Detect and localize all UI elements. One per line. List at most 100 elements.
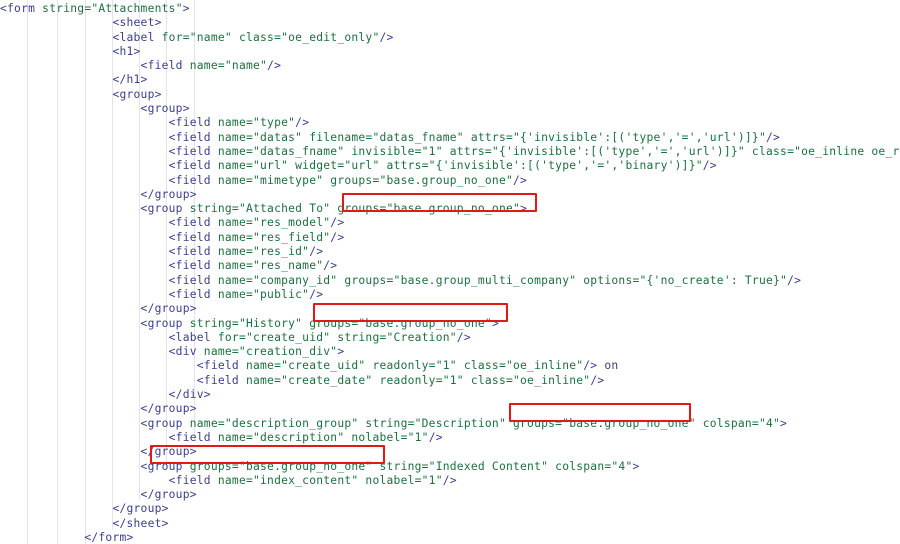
code-token: </div> (168, 388, 211, 402)
code-line[interactable]: <field name="create_date" readonly="1" c… (0, 374, 900, 388)
code-line[interactable]: <field name="description" nolabel="1"/> (0, 431, 900, 445)
code-line[interactable]: </group> (0, 488, 900, 502)
code-token: /> (442, 473, 457, 487)
code-token: /> (330, 216, 345, 230)
code-token: <field (168, 159, 218, 173)
code-token: <field (168, 130, 218, 144)
code-line[interactable]: <group name="description_group" string="… (0, 417, 900, 431)
code-token: for="name" class="oe_edit_only" (161, 30, 380, 44)
code-line[interactable]: </group> (0, 302, 900, 316)
code-token: > (182, 2, 190, 15)
code-line[interactable]: <form string="Attachments"> (0, 2, 900, 16)
code-token: </group> (140, 445, 197, 459)
code-token: /> (309, 287, 324, 301)
code-line[interactable]: </group> (0, 445, 900, 459)
code-token: name="description" nolabel="1" (217, 430, 429, 444)
code-token: /> (295, 116, 310, 130)
code-line[interactable]: <group> (0, 88, 900, 102)
code-token: name="res_field" (217, 230, 331, 244)
code-line[interactable]: <field name="res_id"/> (0, 245, 900, 259)
code-line[interactable]: <field name="res_model"/> (0, 216, 900, 230)
code-token: > (337, 345, 345, 359)
code-line[interactable]: </sheet> (0, 517, 900, 531)
code-line[interactable]: <field name="index_content" nolabel="1"/… (0, 474, 900, 488)
code-line[interactable]: <label for="create_uid" string="Creation… (0, 331, 900, 345)
code-line[interactable]: <label for="name" class="oe_edit_only"/> (0, 31, 900, 45)
code-token: name="public" (217, 287, 310, 301)
code-line[interactable]: <group> (0, 102, 900, 116)
code-token: groups="base.group_no_one" string="Index… (189, 459, 633, 473)
code-line[interactable]: </h1> (0, 73, 900, 87)
code-line[interactable]: </div> (0, 388, 900, 402)
code-token: <field (196, 373, 246, 387)
code-token: </group> (140, 302, 197, 316)
code-token: <group (140, 459, 190, 473)
code-line[interactable]: <group string="History" groups="base.gro… (0, 317, 900, 331)
code-token: <field (168, 273, 218, 287)
code-line[interactable]: <field name="mimetype" groups="base.grou… (0, 174, 900, 188)
code-line[interactable]: <group groups="base.group_no_one" string… (0, 460, 900, 474)
code-line[interactable]: <field name="type"/> (0, 116, 900, 130)
code-lines-container[interactable]: <form string="Attachments"> <sheet> <lab… (0, 0, 900, 544)
code-token: on (604, 359, 619, 373)
code-line[interactable]: </group> (0, 188, 900, 202)
code-line[interactable]: <h1> (0, 45, 900, 59)
code-line[interactable]: <field name="datas_fname" invisible="1" … (0, 145, 900, 159)
code-token: <form (0, 2, 43, 15)
code-token: name="create_uid" readonly="1" class="oe… (245, 359, 584, 373)
code-token: > (520, 202, 528, 216)
code-token: <field (168, 430, 218, 444)
code-token: <field (168, 245, 218, 259)
code-token: /> (309, 245, 324, 259)
code-token: /> (702, 159, 717, 173)
code-line[interactable]: <field name="url" widget="url" attrs="{'… (0, 159, 900, 173)
code-line[interactable]: </group> (0, 502, 900, 516)
code-editor-view[interactable]: <form string="Attachments"> <sheet> <lab… (0, 0, 900, 544)
code-line[interactable]: <field name="res_name"/> (0, 259, 900, 273)
code-line[interactable]: <field name="create_uid" readonly="1" cl… (0, 359, 900, 373)
code-token: <div (168, 345, 204, 359)
code-line[interactable]: <sheet> (0, 16, 900, 30)
code-token: name="res_model" (217, 216, 331, 230)
code-token: /> (267, 59, 282, 73)
code-line[interactable]: </form> (0, 531, 900, 544)
code-token: <group> (140, 102, 190, 116)
code-token: > (632, 459, 640, 473)
code-token: /> (456, 330, 471, 344)
code-line[interactable]: <field name="name"/> (0, 59, 900, 73)
code-line[interactable]: <div name="creation_div"> (0, 345, 900, 359)
code-token: </group> (140, 187, 197, 201)
code-line[interactable]: <field name="public"/> (0, 288, 900, 302)
code-line[interactable]: <field name="res_field"/> (0, 231, 900, 245)
code-line[interactable]: <field name="company_id" groups="base.gr… (0, 274, 900, 288)
code-line[interactable]: <field name="datas" filename="datas_fnam… (0, 131, 900, 145)
code-token: string="Attachments" (42, 2, 183, 15)
code-token: <field (168, 259, 218, 273)
code-token: <label (112, 30, 162, 44)
code-token: <group (140, 202, 190, 216)
code-token: name="description_group" string="Descrip… (189, 416, 781, 430)
code-line[interactable]: <group string="Attached To" groups="base… (0, 202, 900, 216)
code-token: name="name" (189, 59, 268, 73)
code-token: string="Attached To" groups="base.group_… (189, 202, 521, 216)
code-token: name="url" widget="url" attrs="{'invisib… (217, 159, 703, 173)
code-line[interactable]: </group> (0, 402, 900, 416)
code-token: <sheet> (112, 16, 162, 30)
